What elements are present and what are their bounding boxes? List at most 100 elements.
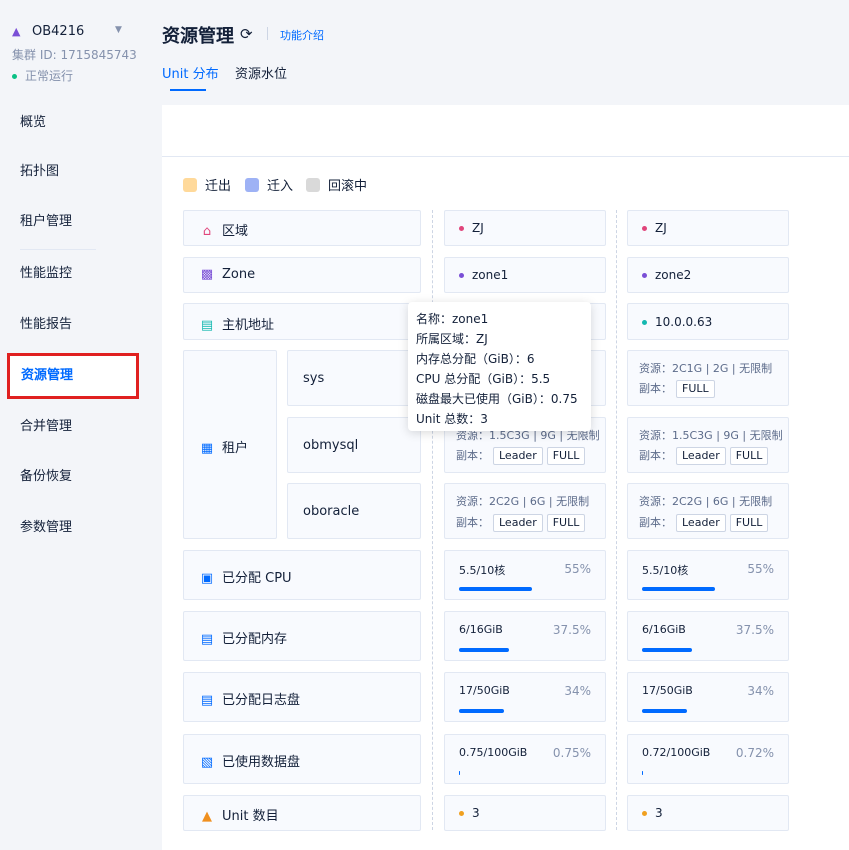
replica-tag: FULL [729, 514, 769, 532]
tooltip-line: CPU 总分配（GiB）：5.5 [416, 372, 551, 386]
usage-value: 0.75/100GiB [459, 746, 528, 759]
usage-percent: 34% [564, 684, 591, 698]
zone-tooltip: 名称：zone1 所属区域：ZJ 内存总分配（GiB）：6 CPU 总分配（Gi… [408, 302, 591, 431]
row-label-log-disk: ▤ 已分配日志盘 [183, 672, 421, 722]
usage-bar-fill [642, 709, 687, 713]
zone2-tenant-oboracle-cell: 资源：2C2G | 6G | 无限制 副本： Leader FULL [627, 483, 789, 539]
toolbar-divider [162, 156, 849, 157]
usage-value: 5.5/10核 [459, 564, 506, 577]
replica-tag: Leader [493, 514, 543, 532]
zone1-memory-cell: 6/16GiB 37.5% [444, 611, 606, 661]
legend-item-out: 迁出 [183, 175, 231, 194]
zone1-unit-count-cell: 3 [444, 795, 606, 831]
region-dot-icon [642, 226, 647, 231]
resource-spec: 资源：1.5C3G | 9G | 无限制 [639, 429, 783, 442]
intro-link[interactable]: 功能介绍 [280, 27, 324, 43]
chevron-down-icon[interactable]: ▼ [115, 25, 122, 35]
legend-item-in: 迁入 [245, 175, 293, 194]
cpu-icon: ▣ [200, 571, 214, 586]
tab-unit-distribution[interactable]: Unit 分布 [162, 63, 219, 82]
sidebar-item-resource[interactable]: 资源管理 [7, 353, 139, 399]
usage-bar-fill [459, 587, 532, 591]
legend-item-rollback: 回滚中 [306, 175, 367, 194]
column-divider [616, 210, 617, 830]
usage-bar-fill [459, 709, 504, 713]
tenant-name: oboracle [303, 504, 360, 519]
sidebar-item-backup[interactable]: 备份恢复 [8, 457, 138, 497]
resource-spec: 资源：2C2G | 6G | 无限制 [456, 495, 590, 508]
usage-percent: 37.5% [735, 623, 774, 637]
tooltip-line: 所属区域：ZJ [416, 332, 488, 346]
zone-chart-icon: ▩ [200, 267, 214, 282]
log-disk-icon: ▤ [200, 693, 214, 708]
zone2-zone-cell[interactable]: zone2 [627, 257, 789, 293]
zone2-memory-cell: 6/16GiB 37.5% [627, 611, 789, 661]
sidebar-item-performance-monitor[interactable]: 性能监控 [8, 254, 138, 294]
tab-resource-watermark[interactable]: 资源水位 [235, 63, 287, 82]
zone2-tenant-obmysql-cell: 资源：1.5C3G | 9G | 无限制 副本： Leader FULL [627, 417, 789, 473]
zone-dot-icon [459, 273, 464, 278]
server-icon: ▤ [200, 318, 214, 333]
data-disk-icon: ▧ [200, 755, 214, 770]
status-dot-icon [12, 74, 17, 79]
tenant-name: obmysql [303, 438, 359, 453]
unit-dot-icon [459, 811, 464, 816]
sidebar-item-performance-report[interactable]: 性能报告 [8, 305, 138, 345]
replica-tag: FULL [676, 380, 715, 398]
tenant-name-cell[interactable]: obmysql [287, 417, 421, 473]
replica-tag: Leader [676, 447, 726, 465]
usage-value: 5.5/10核 [642, 564, 689, 577]
sidebar-item-overview[interactable]: 概览 [8, 103, 138, 143]
legend-swatch [183, 178, 197, 192]
usage-value: 17/50GiB [642, 684, 693, 697]
legend-swatch [245, 178, 259, 192]
zone2-cpu-cell: 5.5/10核 55% [627, 550, 789, 600]
usage-bar-fill [459, 648, 509, 652]
row-label-host: ▤ 主机地址 [183, 303, 421, 340]
sidebar-item-topology[interactable]: 拓扑图 [8, 152, 138, 192]
sidebar-item-tenant[interactable]: 租户管理 [8, 202, 138, 242]
resource-spec: 资源：2C1G | 2G | 无限制 [639, 362, 773, 375]
usage-bar-fill [642, 648, 692, 652]
host-dot-icon [642, 320, 647, 325]
refresh-icon[interactable]: ⟳ [240, 25, 253, 43]
usage-bar-fill [459, 771, 460, 775]
legend-swatch [306, 178, 320, 192]
zone2-data-disk-cell: 0.72/100GiB 0.72% [627, 734, 789, 784]
region-dot-icon [459, 226, 464, 231]
row-label-region: ⌂ 区域 [183, 210, 421, 246]
memory-icon: ▤ [200, 632, 214, 647]
tooltip-line: 内存总分配（GiB）：6 [416, 352, 535, 366]
cluster-name[interactable]: ▲ OB4216 [12, 24, 84, 39]
row-label-tenant: ▦ 租户 [183, 350, 277, 539]
replica-tag: FULL [546, 447, 586, 465]
sidebar-item-merge[interactable]: 合并管理 [8, 407, 138, 447]
units-icon: ▲ [202, 809, 212, 824]
tooltip-line: 名称：zone1 [416, 312, 489, 326]
replica-tag: Leader [676, 514, 726, 532]
usage-percent: 0.72% [735, 746, 774, 760]
zone2-unit-count-cell: 3 [627, 795, 789, 831]
home-icon: ⌂ [202, 224, 212, 239]
tenant-name-cell[interactable]: oboracle [287, 483, 421, 539]
cluster-id: 集群 ID: 1715845743 [12, 48, 137, 62]
apps-icon: ▦ [200, 441, 214, 456]
usage-bar [459, 587, 591, 591]
tooltip-line: Unit 总数：3 [416, 412, 488, 426]
unit-dot-icon [642, 811, 647, 816]
zone1-zone-cell[interactable]: zone1 [444, 257, 606, 293]
tenant-name-cell[interactable]: sys [287, 350, 421, 406]
cluster-icon: ▲ [12, 25, 21, 38]
sidebar-divider [20, 249, 96, 250]
usage-bar [642, 709, 774, 713]
cluster-status: 正常运行 [12, 67, 73, 84]
zone2-log-disk-cell: 17/50GiB 34% [627, 672, 789, 722]
zone2-host-cell: 10.0.0.63 [627, 303, 789, 340]
active-tab-indicator [170, 89, 206, 91]
usage-percent: 55% [747, 562, 774, 576]
sidebar-item-parameters[interactable]: 参数管理 [8, 508, 138, 548]
resource-spec: 资源：2C2G | 6G | 无限制 [639, 495, 773, 508]
zone1-cpu-cell: 5.5/10核 55% [444, 550, 606, 600]
usage-bar [459, 648, 591, 652]
zone1-tenant-oboracle-cell: 资源：2C2G | 6G | 无限制 副本： Leader FULL [444, 483, 606, 539]
